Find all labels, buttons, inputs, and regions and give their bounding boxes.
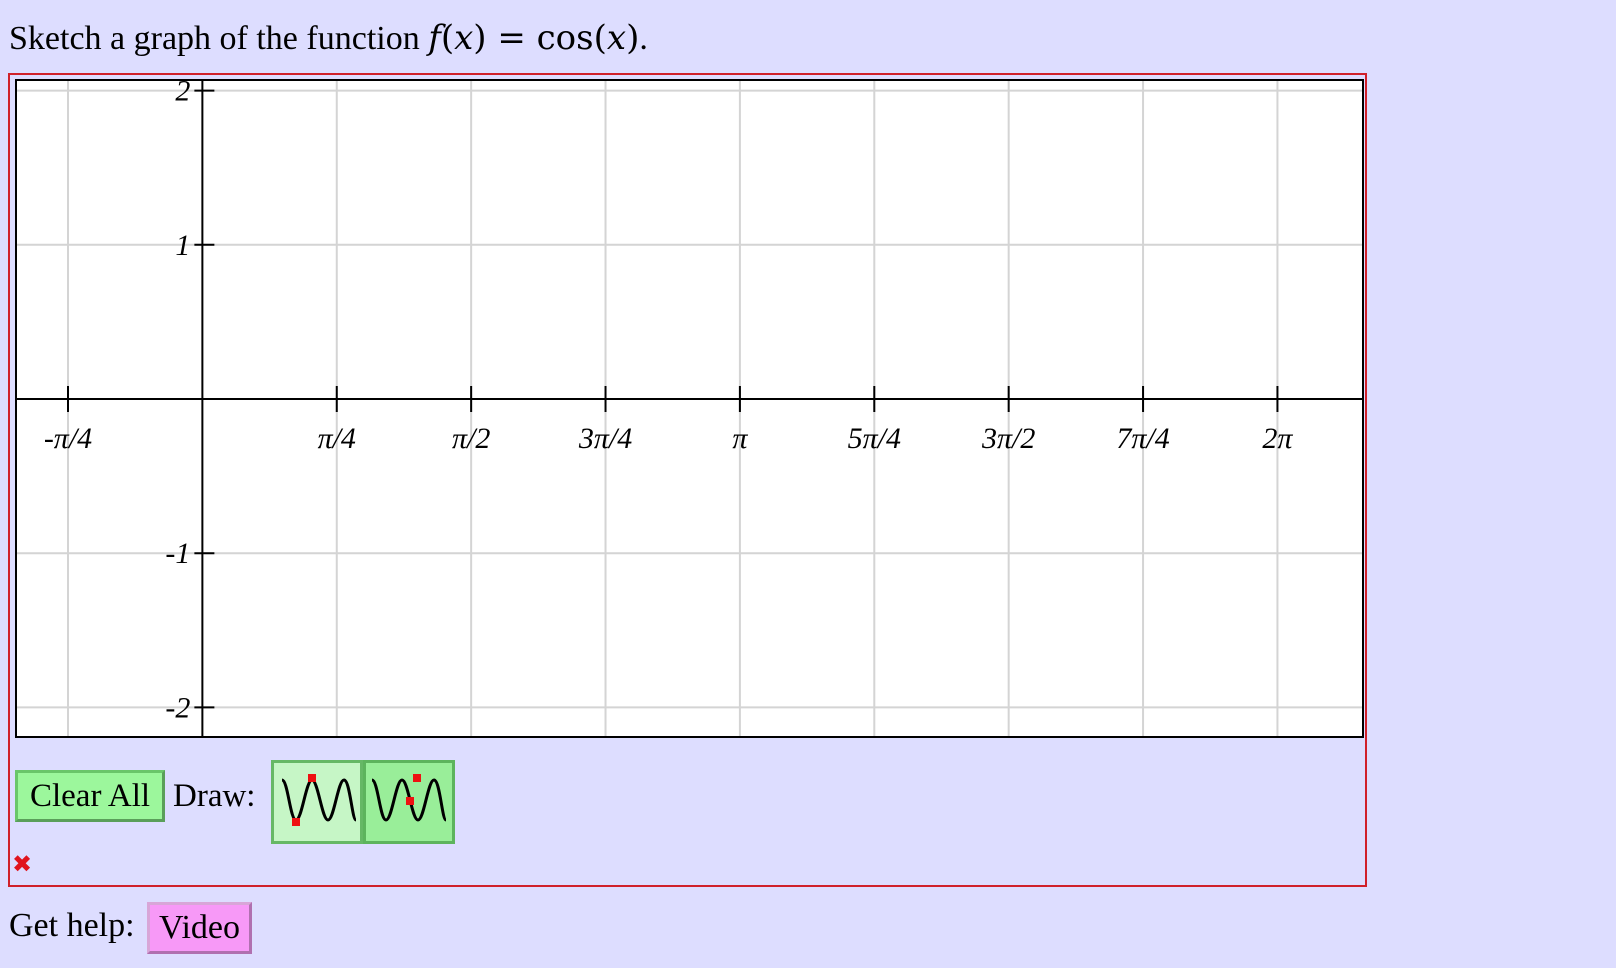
cos-variable-x: x [606,18,627,58]
sine-wave-two-points-icon [280,774,358,826]
x-tick-label: -π/4 [44,422,92,455]
draw-label: Draw: [173,778,256,814]
graph-svg[interactable]: -π/4 π/4 π/2 3π/4 π 5π/4 3π/2 7π/4 2π 2 1 -1 -2 [17,81,1362,736]
sine-wave-midline-point-icon [370,774,448,822]
x-tick-label: π/4 [318,422,356,455]
function-expression: f(x) = cos(x) [428,18,639,58]
x-tick-label: 3π/4 [578,422,632,455]
paren-open: ( [440,18,455,58]
cos-paren-close: ) [626,18,640,58]
x-tick-label: π [732,422,748,455]
cos-paren-open: ( [593,18,607,58]
clear-all-button[interactable]: Clear All [15,770,165,822]
y-tick-label: 2 [175,81,190,108]
x-tick-label: 5π/4 [848,422,901,455]
x-tick-label: 2π [1262,422,1293,455]
graph-canvas[interactable]: -π/4 π/4 π/2 3π/4 π 5π/4 3π/2 7π/4 2π 2 1 -1 -2 [15,79,1364,738]
y-tick-label: -1 [165,537,190,570]
question-period: . [639,20,648,57]
y-tick-label: 1 [175,229,190,262]
y-tick-label: -2 [165,691,190,724]
video-help-button[interactable]: Video [147,902,252,954]
variable-x: x [454,18,474,58]
x-tick-label: π/2 [452,422,490,455]
paren-close: ) [473,18,487,58]
equals-sign: = [486,18,537,58]
question-text: Sketch a graph of the function f(x) = co… [9,18,648,59]
x-tick-label: 7π/4 [1116,422,1169,455]
incorrect-icon: ✖ [12,850,33,878]
draw-sine-midline-tool-button[interactable] [363,760,455,844]
x-tick-label: 3π/2 [981,422,1035,455]
cos-function: cos [536,18,594,58]
draw-sine-tool-button[interactable] [271,760,363,844]
function-name: f [428,18,441,58]
get-help-label: Get help: [9,907,135,944]
question-prefix: Sketch a graph of the function [9,20,429,57]
